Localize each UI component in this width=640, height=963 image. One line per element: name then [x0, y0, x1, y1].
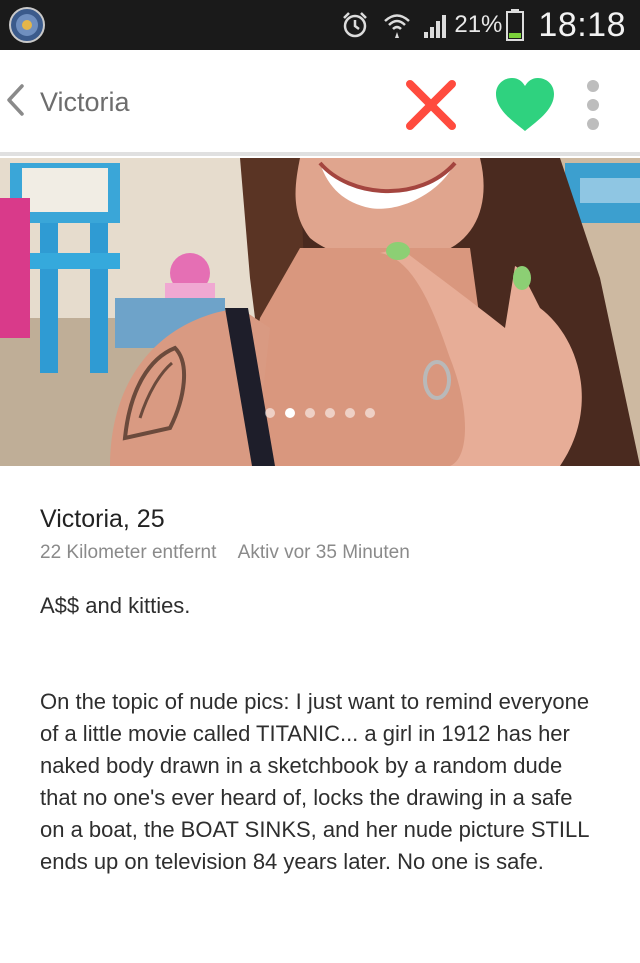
chevron-left-icon	[4, 83, 26, 122]
pager-dot[interactable]	[365, 408, 375, 418]
overflow-menu-icon	[587, 80, 599, 130]
pager-dot[interactable]	[265, 408, 275, 418]
last-active-text: Aktiv vor 35 Minuten	[237, 542, 410, 563]
pager-dot[interactable]	[305, 408, 315, 418]
signal-icon	[422, 10, 452, 40]
back-button[interactable]: Victoria	[4, 72, 130, 132]
status-bar: 21% 18:18	[0, 0, 640, 50]
heart-icon	[496, 78, 554, 131]
like-button[interactable]	[494, 76, 556, 134]
profile-photo[interactable]	[0, 158, 640, 466]
wifi-icon	[382, 10, 412, 40]
profile-meta: 22 Kilometer entfernt Aktiv vor 35 Minut…	[40, 542, 410, 564]
photo-pager	[0, 408, 640, 418]
profile-bio: A$$ and kitties. On the topic of nude pi…	[40, 590, 600, 878]
pager-dot[interactable]	[325, 408, 335, 418]
app-badge-icon	[8, 6, 46, 44]
battery-icon	[506, 9, 525, 41]
profile-name-age: Victoria, 25	[40, 505, 165, 533]
bio-paragraph: A$$ and kitties.	[40, 593, 191, 618]
nope-x-icon	[406, 80, 456, 130]
distance-text: 22 Kilometer entfernt	[40, 542, 217, 563]
action-bar: Victoria	[0, 50, 640, 156]
battery-percent: 21%	[454, 11, 503, 38]
profile-title: Victoria	[40, 86, 130, 117]
bio-paragraph: On the topic of nude pics: I just want t…	[40, 689, 590, 874]
profile-photo-image	[0, 158, 640, 466]
pager-dot-active[interactable]	[285, 408, 295, 418]
alarm-icon	[340, 10, 370, 40]
pager-dot[interactable]	[345, 408, 355, 418]
overflow-menu-button[interactable]	[578, 76, 608, 136]
status-clock: 18:18	[538, 5, 626, 44]
nope-button[interactable]	[404, 78, 458, 132]
